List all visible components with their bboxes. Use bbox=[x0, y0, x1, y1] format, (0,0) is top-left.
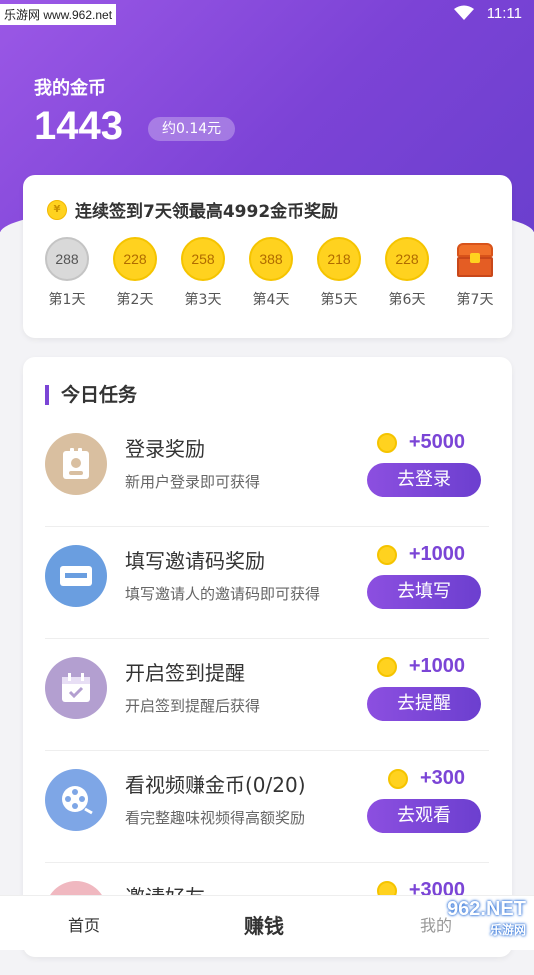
treasure-chest-icon bbox=[453, 237, 497, 281]
signin-day-2[interactable]: 228 第2天 bbox=[109, 237, 161, 309]
task-reward: +300 bbox=[387, 767, 465, 790]
id-card-icon bbox=[45, 433, 107, 495]
coin-icon bbox=[387, 768, 408, 789]
signin-day-7[interactable]: 第7天 bbox=[449, 237, 501, 309]
task-login: 登录奖励 新用户登录即可获得 +5000 去登录 bbox=[45, 415, 489, 527]
day-label: 第5天 bbox=[320, 292, 358, 308]
coin-icon: 388 bbox=[249, 237, 293, 281]
coin-icon: ¥ bbox=[47, 199, 67, 220]
tasks-card: 今日任务 登录奖励 新用户登录即可获得 +5000 去登录 填写邀请码奖励 填写… bbox=[23, 357, 512, 957]
ticket-icon bbox=[45, 545, 107, 607]
site-logo-watermark: 962.NET 乐游网 bbox=[447, 898, 526, 938]
signin-card: ¥ 连续签到7天领最高4992金币奖励 288 第1天 228 第2天 258 … bbox=[23, 175, 512, 338]
tasks-title: 今日任务 bbox=[45, 385, 137, 405]
calendar-check-icon bbox=[45, 657, 107, 719]
coin-icon: 228 bbox=[113, 237, 157, 281]
reward-amount: +300 bbox=[419, 767, 465, 789]
task-reward: +1000 bbox=[376, 543, 465, 566]
reward-amount: +1000 bbox=[408, 543, 465, 565]
wallet-title: 我的金币 bbox=[34, 78, 106, 99]
signin-day-5[interactable]: 218 第5天 bbox=[313, 237, 365, 309]
task-invite-code: 填写邀请码奖励 填写邀请人的邀请码即可获得 +1000 去填写 bbox=[45, 527, 489, 639]
day-label: 第4天 bbox=[252, 292, 290, 308]
login-button[interactable]: 去登录 bbox=[367, 463, 481, 497]
coin-icon: 218 bbox=[317, 237, 361, 281]
watch-button[interactable]: 去观看 bbox=[367, 799, 481, 833]
logo-sub: 乐游网 bbox=[489, 923, 526, 937]
logo-main: 962.NET bbox=[447, 898, 526, 920]
signin-day-6[interactable]: 228 第6天 bbox=[381, 237, 433, 309]
wallet-approx-badge[interactable]: 约0.14元 bbox=[148, 117, 236, 141]
tab-earn[interactable]: 赚钱 bbox=[244, 910, 284, 939]
signin-day-1[interactable]: 288 第1天 bbox=[41, 237, 93, 309]
task-signin-reminder: 开启签到提醒 开启签到提醒后获得 +1000 去提醒 bbox=[45, 639, 489, 751]
day-label: 第7天 bbox=[456, 292, 494, 308]
task-name: 看视频赚金币(0/20) bbox=[125, 773, 306, 797]
coin-icon bbox=[376, 656, 397, 677]
coin-icon bbox=[376, 432, 397, 453]
signin-title: 连续签到7天领最高4992金币奖励 bbox=[75, 202, 339, 222]
task-watch-video: 看视频赚金币(0/20) 看完整趣味视频得高额奖励 +300 去观看 bbox=[45, 751, 489, 863]
status-time: 11:11 bbox=[486, 5, 522, 22]
task-name: 填写邀请码奖励 bbox=[125, 549, 265, 573]
task-reward: +5000 bbox=[376, 431, 465, 454]
task-name: 开启签到提醒 bbox=[125, 661, 245, 685]
status-bar: 乐游网 www.962.net 11:11 bbox=[0, 0, 534, 30]
task-reward: +1000 bbox=[376, 655, 465, 678]
day-label: 第1天 bbox=[48, 292, 86, 308]
day-label: 第2天 bbox=[116, 292, 154, 308]
tab-home[interactable]: 首页 bbox=[68, 912, 100, 936]
signin-header: ¥ 连续签到7天领最高4992金币奖励 bbox=[47, 197, 338, 222]
day-label: 第3天 bbox=[184, 292, 222, 308]
reward-amount: +1000 bbox=[408, 655, 465, 677]
signin-day-3[interactable]: 258 第3天 bbox=[177, 237, 229, 309]
film-reel-icon bbox=[45, 769, 107, 831]
task-desc: 看完整趣味视频得高额奖励 bbox=[125, 809, 306, 827]
signin-day-4[interactable]: 388 第4天 bbox=[245, 237, 297, 309]
coin-icon bbox=[376, 544, 397, 565]
coin-icon: 258 bbox=[181, 237, 225, 281]
fill-invite-button[interactable]: 去填写 bbox=[367, 575, 481, 609]
site-watermark: 乐游网 www.962.net bbox=[0, 4, 117, 25]
coin-icon: 288 bbox=[45, 237, 89, 281]
day-label: 第6天 bbox=[388, 292, 426, 308]
reward-amount: +5000 bbox=[408, 431, 465, 453]
task-desc: 开启签到提醒后获得 bbox=[125, 697, 261, 715]
task-desc: 新用户登录即可获得 bbox=[125, 473, 261, 491]
reminder-button[interactable]: 去提醒 bbox=[367, 687, 481, 721]
coin-icon: 228 bbox=[385, 237, 429, 281]
task-name: 登录奖励 bbox=[125, 437, 205, 461]
wifi-icon bbox=[454, 5, 474, 25]
signin-days: 288 第1天 228 第2天 258 第3天 388 第4天 218 第5天 … bbox=[41, 237, 501, 309]
task-desc: 填写邀请人的邀请码即可获得 bbox=[125, 585, 321, 603]
wallet-amount: 1443 bbox=[34, 104, 123, 148]
